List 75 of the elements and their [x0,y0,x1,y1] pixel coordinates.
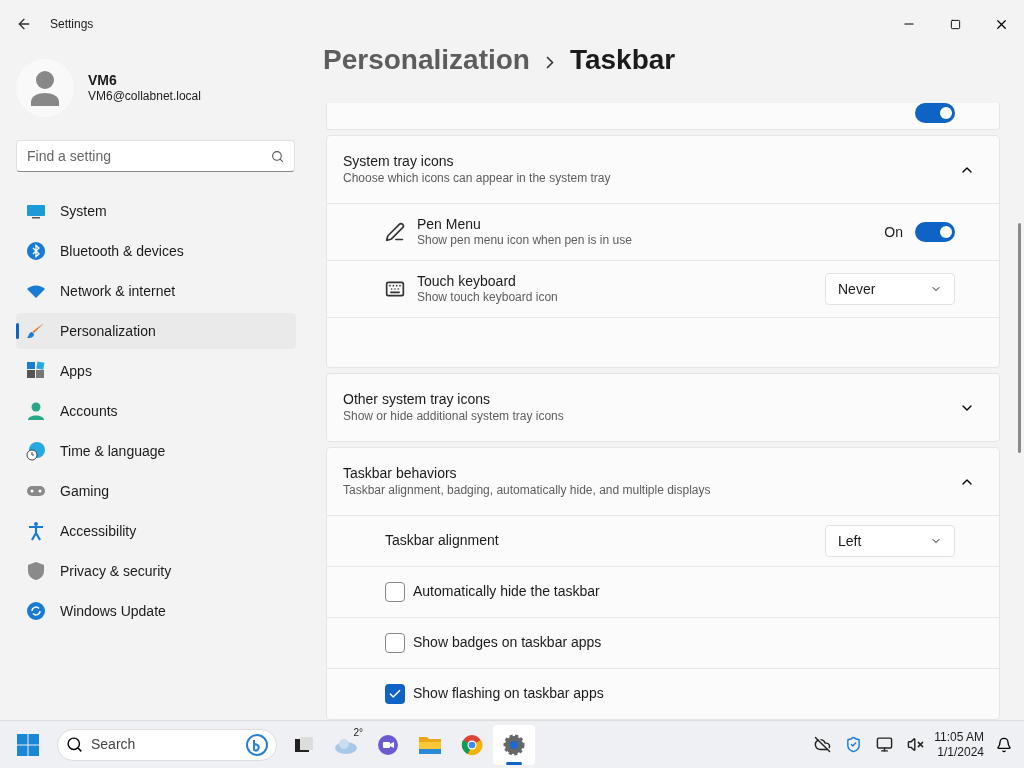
apps-icon [26,361,46,381]
nav-item[interactable]: System [16,193,296,229]
section-subtitle: Show or hide additional system tray icons [343,408,565,424]
keyboard-icon [385,279,405,299]
checkbox[interactable] [385,582,405,602]
nav-item[interactable]: Accessibility [16,513,296,549]
user-name: VM6 [88,71,118,90]
nav-item[interactable]: Personalization [16,313,296,349]
search-placeholder: Find a setting [27,146,112,166]
search-icon [66,736,83,753]
nav-item[interactable]: Privacy & security [16,553,296,589]
setting-label: Show flashing on taskbar apps [413,685,605,703]
taskbar-search[interactable]: Search [57,728,277,761]
globe-clock-icon [26,441,46,461]
bell-icon[interactable] [996,736,1012,753]
temperature: 2° [353,725,363,740]
search-field[interactable]: Find a setting [16,140,295,172]
toggle-switch[interactable] [915,103,955,123]
setting-label: Automatically hide the taskbar [413,583,601,601]
toggle-switch[interactable] [915,222,955,242]
back-icon[interactable] [16,16,32,32]
setting-label: Taskbar alignment [385,532,500,550]
section-header[interactable]: Taskbar behaviors Taskbar alignment, badging, automatically hide, and multiple displays [327,448,999,515]
search-icon [271,149,284,163]
section-subtitle: Taskbar alignment, badging, automatically hide, and multiple displays [343,482,712,498]
shield-icon [26,561,46,581]
nav-item[interactable]: Time & language [16,433,296,469]
section-title: System tray icons [343,153,455,171]
nav-item[interactable]: Bluetooth & devices [16,233,296,269]
user-email: VM6@collabnet.local [88,89,201,105]
bluetooth-icon [26,241,46,261]
section-title: Other system tray icons [343,391,492,409]
checkbox[interactable] [385,633,405,653]
clock-date[interactable]: 1/1/2024 [937,744,984,760]
gear-icon[interactable] [503,733,525,756]
shield-icon[interactable] [845,736,863,753]
chevron-right-icon [545,56,554,69]
person-icon [31,70,59,106]
section-header[interactable]: System tray icons Choose which icons can appear in the system tray [327,136,999,203]
clock-time[interactable]: 11:05 AM [934,729,984,745]
chat-bubble-icon[interactable] [246,733,268,756]
section-title: Taskbar behaviors [343,465,458,483]
taskbar-app[interactable]: 2° [325,724,367,765]
setting-description: Show pen menu icon when pen is in use [417,233,633,249]
pen-icon [385,222,405,242]
video-chat-icon[interactable] [377,733,399,756]
maximize-icon[interactable] [949,18,961,30]
nav-item[interactable]: Gaming [16,473,296,509]
nav-item[interactable]: Windows Update [16,593,296,629]
start-icon[interactable] [16,732,40,757]
accessibility-icon [26,521,46,541]
setting-description: Show touch keyboard icon [417,290,559,306]
section-header[interactable]: Other system tray icons Show or hide additional system tray icons [327,374,999,441]
page-title: Taskbar [569,46,676,74]
browser-icon[interactable] [461,733,483,756]
checkbox[interactable] [385,684,405,704]
person-icon [26,401,46,421]
setting-label: Show badges on taskbar apps [413,634,603,652]
cloud-off-icon[interactable] [814,736,832,753]
setting-label: Touch keyboard [417,272,517,291]
refresh-icon [26,601,46,621]
dropdown[interactable]: Never [825,273,955,305]
breadcrumb-parent[interactable]: Personalization [323,46,530,74]
setting-label: Pen Menu [417,215,482,234]
monitor-icon[interactable] [876,736,894,753]
check-icon [388,687,402,701]
dropdown[interactable]: Left [825,525,955,557]
nav-item[interactable]: Network & internet [16,273,296,309]
toggle-state: On [884,222,903,242]
paintbrush-icon [26,321,46,341]
nav-item[interactable]: Accounts [16,393,296,429]
section-subtitle: Choose which icons can appear in the system tray [343,170,612,186]
speaker-muted-icon[interactable] [907,736,925,753]
nav-item[interactable]: Apps [16,353,296,389]
window-title: Settings [50,16,94,33]
